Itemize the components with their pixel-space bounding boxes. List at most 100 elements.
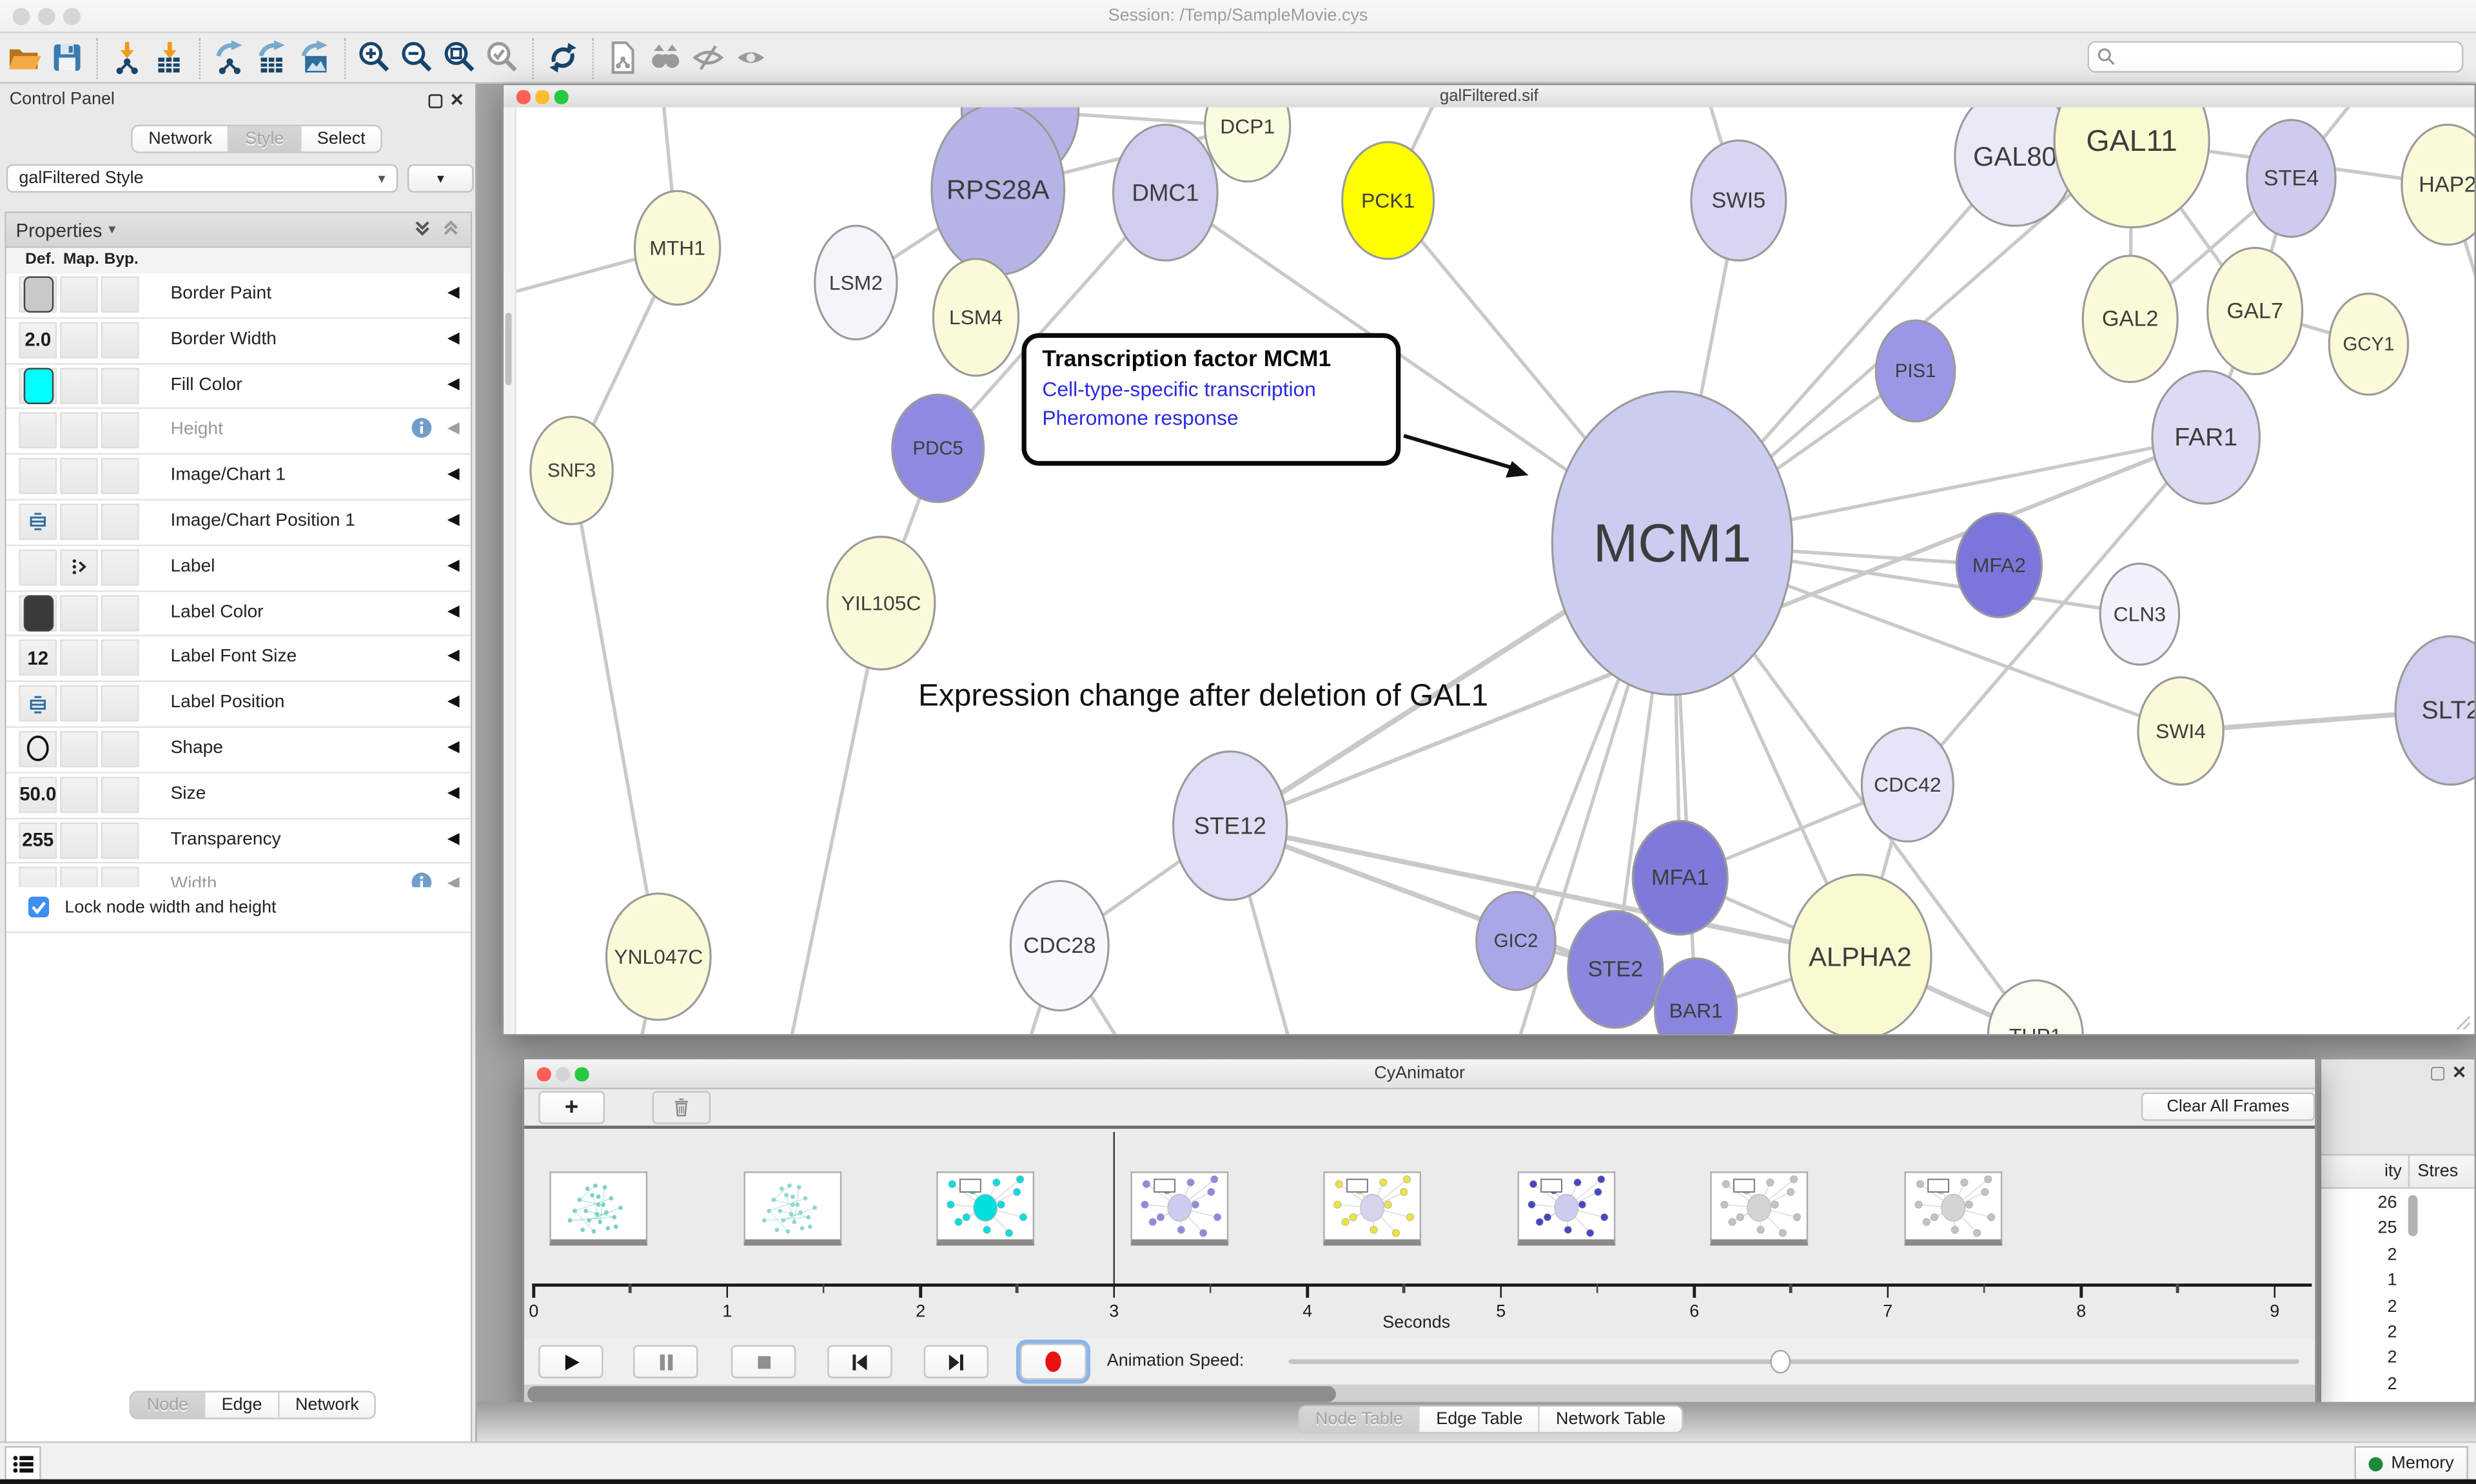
close-window-icon[interactable] xyxy=(13,8,30,25)
tab-network[interactable]: Network xyxy=(279,1392,375,1418)
frame-thumbnail-6[interactable] xyxy=(1710,1171,1808,1245)
table-cell[interactable]: 2 xyxy=(2321,1349,2397,1367)
next-frame-button[interactable] xyxy=(924,1345,988,1378)
bypass-cell[interactable] xyxy=(101,549,139,585)
bypass-cell[interactable] xyxy=(101,503,139,540)
mapping-cell[interactable] xyxy=(60,458,98,494)
default-value-cell[interactable]: 12 xyxy=(19,640,57,676)
network-titlebar[interactable]: galFiltered.sif xyxy=(504,85,2474,109)
property-row-fill-color[interactable]: Fill Color ◀ xyxy=(6,364,471,410)
zoom-out-icon[interactable] xyxy=(397,36,439,79)
mapping-cell[interactable] xyxy=(60,549,98,585)
tab-style[interactable]: Style xyxy=(230,126,301,151)
table-cell[interactable]: 25 xyxy=(2321,1220,2397,1238)
frame-thumbnail-7[interactable] xyxy=(1903,1171,2001,1245)
property-row-border-width[interactable]: 2.0 Border Width ◀ xyxy=(6,318,471,364)
network-file-icon[interactable] xyxy=(602,36,644,79)
delete-frame-button[interactable] xyxy=(652,1091,711,1124)
zoom-window-icon[interactable] xyxy=(555,90,568,104)
default-value-cell[interactable] xyxy=(19,277,57,313)
annotation-link[interactable]: Pheromone response xyxy=(1042,405,1380,429)
table-cell[interactable]: 2 xyxy=(2321,1297,2397,1316)
frame-thumbnail-2[interactable] xyxy=(936,1171,1034,1245)
expand-property-icon[interactable]: ◀ xyxy=(447,602,460,620)
minimize-window-icon[interactable] xyxy=(38,8,55,25)
default-value-cell[interactable]: 2.0 xyxy=(19,322,57,358)
show-panels-button[interactable] xyxy=(5,1446,41,1481)
show-graphics-icon[interactable] xyxy=(729,36,772,79)
close-panel-icon[interactable]: ✕ xyxy=(449,90,464,111)
table-column-label[interactable]: ity xyxy=(2384,1162,2402,1180)
export-network-icon[interactable] xyxy=(208,36,251,79)
default-value-cell[interactable] xyxy=(19,503,57,540)
mapping-cell[interactable] xyxy=(60,776,98,812)
record-button[interactable] xyxy=(1020,1343,1086,1380)
pause-button[interactable] xyxy=(633,1345,698,1378)
default-value-cell[interactable] xyxy=(19,413,57,449)
expand-property-icon[interactable]: ◀ xyxy=(447,511,460,529)
style-options-button[interactable]: ▾ xyxy=(408,164,474,193)
table-cell[interactable]: 2 xyxy=(2321,1245,2397,1264)
timeline-playhead[interactable] xyxy=(1112,1132,1115,1284)
close-panel-icon[interactable]: ✕ xyxy=(2452,1062,2467,1083)
expand-property-icon[interactable]: ◀ xyxy=(447,694,460,711)
property-row-height[interactable]: Height ◀ xyxy=(6,409,471,455)
bypass-cell[interactable] xyxy=(101,458,139,494)
frame-thumbnail-3[interactable] xyxy=(1130,1171,1228,1245)
expand-property-icon[interactable]: ◀ xyxy=(447,739,460,756)
annotation-box[interactable]: Transcription factor MCM1 Cell-type-spec… xyxy=(1021,333,1400,466)
table-cell[interactable]: 26 xyxy=(2321,1193,2397,1212)
mapping-cell[interactable] xyxy=(60,503,98,540)
binoculars-icon[interactable] xyxy=(644,36,687,79)
network-edge[interactable] xyxy=(1230,826,1616,970)
default-value-cell[interactable] xyxy=(19,685,57,721)
expand-property-icon[interactable]: ◀ xyxy=(447,420,460,438)
animation-speed-thumb[interactable] xyxy=(1770,1350,1791,1374)
open-folder-icon[interactable] xyxy=(3,36,46,79)
mapping-cell[interactable] xyxy=(60,640,98,676)
property-row-image-chart-position-1[interactable]: Image/Chart Position 1 ◀ xyxy=(6,500,471,546)
timeline[interactable]: Seconds 0 1 2 3 4 5 6 7 8 9 xyxy=(524,1129,2315,1339)
property-row-label-color[interactable]: Label Color ◀ xyxy=(6,591,471,637)
float-panel-icon[interactable]: ▢ xyxy=(427,90,444,111)
expand-property-icon[interactable]: ◀ xyxy=(447,648,460,665)
mapping-cell[interactable] xyxy=(60,594,98,630)
close-window-icon[interactable] xyxy=(516,90,530,104)
float-panel-icon[interactable]: ▢ xyxy=(2430,1062,2446,1083)
collapse-all-icon[interactable] xyxy=(440,217,461,242)
property-row-shape[interactable]: Shape ◀ xyxy=(6,728,471,774)
mapping-cell[interactable] xyxy=(60,367,98,404)
tab-edge-table[interactable]: Edge Table xyxy=(1420,1407,1540,1432)
default-value-cell[interactable] xyxy=(19,549,57,585)
previous-frame-button[interactable] xyxy=(827,1345,892,1378)
property-row-border-paint[interactable]: Border Paint ◀ xyxy=(6,273,471,319)
network-edge[interactable] xyxy=(572,471,659,957)
zoom-window-icon[interactable] xyxy=(63,8,81,25)
expand-property-icon[interactable]: ◀ xyxy=(447,557,460,574)
annotation-link[interactable]: Cell-type-specific transcription xyxy=(1042,377,1380,401)
lock-size-checkbox[interactable] xyxy=(27,895,51,924)
network-vscrollbar[interactable] xyxy=(504,108,516,1035)
bypass-cell[interactable] xyxy=(101,640,139,676)
bypass-cell[interactable] xyxy=(101,322,139,358)
mapping-cell[interactable] xyxy=(60,277,98,313)
mapping-cell[interactable] xyxy=(60,413,98,449)
expand-property-icon[interactable]: ◀ xyxy=(447,466,460,483)
frame-thumbnail-4[interactable] xyxy=(1323,1171,1421,1245)
frame-thumbnail-5[interactable] xyxy=(1517,1171,1615,1245)
mapping-cell[interactable] xyxy=(60,822,98,858)
tab-select[interactable]: Select xyxy=(301,126,381,151)
memory-button[interactable]: Memory xyxy=(2355,1446,2468,1481)
default-value-cell[interactable] xyxy=(19,594,57,630)
import-network-icon[interactable] xyxy=(106,36,148,79)
zoom-in-icon[interactable] xyxy=(354,36,397,79)
frame-thumbnail-1[interactable] xyxy=(743,1171,841,1245)
tab-edge[interactable]: Edge xyxy=(206,1392,279,1418)
bypass-cell[interactable] xyxy=(101,685,139,721)
default-value-cell[interactable]: 255 xyxy=(19,822,57,858)
scrollbar-thumb[interactable] xyxy=(527,1386,1336,1401)
animation-speed-slider[interactable] xyxy=(1288,1360,2299,1364)
tab-node[interactable]: Node xyxy=(131,1392,206,1418)
tab-network[interactable]: Network xyxy=(133,126,230,151)
table-cell[interactable]: 2 xyxy=(2321,1375,2397,1394)
